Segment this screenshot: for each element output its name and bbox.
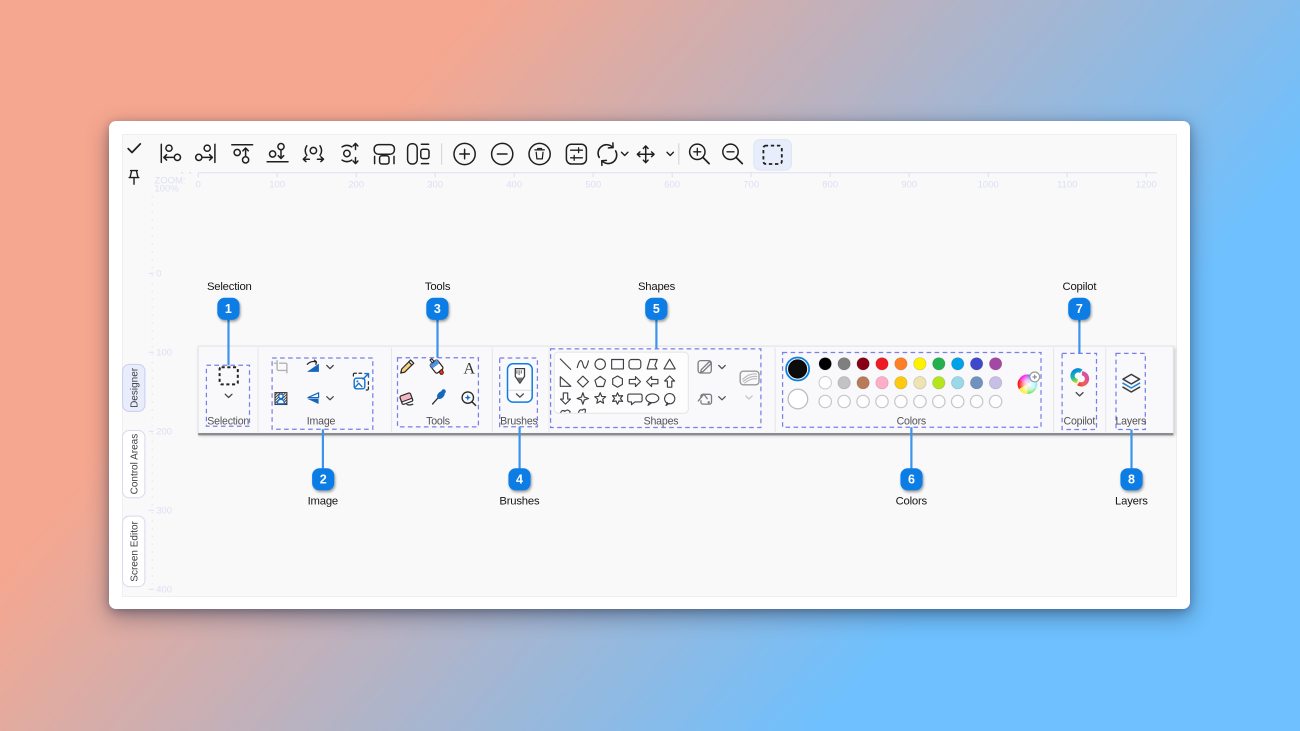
svg-text:100%: 100%	[154, 183, 179, 194]
svg-text:Tools: Tools	[426, 416, 450, 428]
svg-text:4: 4	[516, 473, 523, 487]
svg-text:300: 300	[156, 506, 172, 517]
svg-text:Colors: Colors	[896, 495, 928, 507]
svg-text:100: 100	[269, 180, 285, 191]
svg-text:Brushes: Brushes	[499, 495, 540, 507]
svg-text:Copilot: Copilot	[1063, 281, 1098, 293]
svg-text:900: 900	[901, 180, 917, 191]
svg-text:400: 400	[156, 585, 172, 596]
svg-text:2: 2	[320, 473, 327, 487]
svg-text:600: 600	[664, 180, 680, 191]
svg-text:0: 0	[196, 180, 201, 191]
svg-text:Designer: Designer	[129, 367, 140, 408]
svg-text:Control Areas: Control Areas	[129, 434, 140, 495]
svg-text:Tools: Tools	[425, 281, 451, 293]
svg-text:800: 800	[822, 180, 838, 191]
svg-text:Colors: Colors	[897, 416, 926, 428]
svg-text:Image: Image	[308, 495, 338, 507]
svg-text:7: 7	[1076, 302, 1083, 316]
svg-text:A: A	[464, 360, 476, 377]
svg-text:5: 5	[653, 302, 660, 316]
svg-text:400: 400	[506, 180, 522, 191]
svg-text:3: 3	[434, 302, 441, 316]
svg-text:Layers: Layers	[1115, 495, 1148, 507]
svg-text:1: 1	[225, 302, 232, 316]
svg-text:Copilot: Copilot	[1064, 416, 1096, 428]
svg-text:200: 200	[348, 180, 364, 191]
svg-text:Image: Image	[307, 416, 336, 428]
svg-text:8: 8	[1128, 473, 1135, 487]
svg-text:Brushes: Brushes	[500, 416, 537, 428]
svg-text:Layers: Layers	[1115, 416, 1146, 428]
svg-text:0: 0	[156, 269, 161, 280]
svg-text:Selection: Selection	[207, 416, 249, 428]
svg-text:Shapes: Shapes	[638, 281, 676, 293]
svg-text:Screen Editor: Screen Editor	[129, 520, 140, 581]
svg-text:Shapes: Shapes	[644, 416, 679, 428]
svg-text:100: 100	[156, 348, 172, 359]
svg-text:Selection: Selection	[207, 281, 252, 293]
svg-text:1200: 1200	[1136, 180, 1157, 191]
svg-text:1100: 1100	[1057, 180, 1077, 191]
svg-text:6: 6	[908, 473, 915, 487]
svg-text:500: 500	[585, 180, 601, 191]
svg-text:1000: 1000	[978, 180, 999, 191]
svg-text:200: 200	[156, 427, 172, 438]
svg-text:300: 300	[427, 180, 443, 191]
svg-text:700: 700	[743, 180, 759, 191]
